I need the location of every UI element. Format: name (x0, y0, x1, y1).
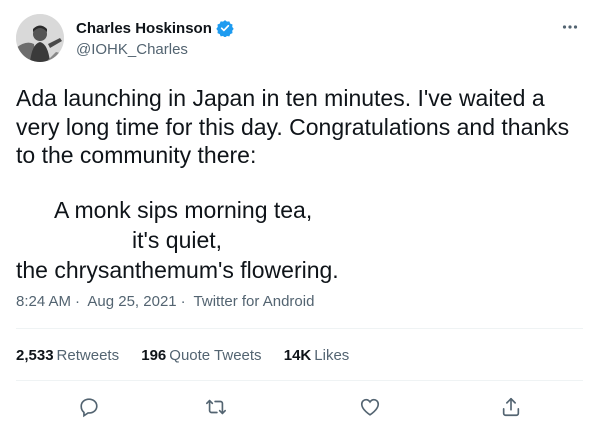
likes-label: Likes (314, 347, 350, 364)
poem-line-1: A monk sips morning tea, (54, 197, 313, 223)
poem-line-2: it's quiet, (132, 227, 223, 253)
tweet-time[interactable]: 8:24 AM (16, 293, 71, 310)
poem-line-3: the chrysanthemum's flowering. (16, 257, 339, 283)
retweets-count: 2,533 (16, 347, 54, 364)
tweet-source[interactable]: Twitter for Android (194, 293, 315, 310)
likes-count: 14K (283, 347, 312, 364)
verified-badge-icon (216, 20, 234, 37)
more-dots-icon[interactable] (559, 16, 581, 38)
quotes-stat[interactable]: 196 Quote Tweets (141, 347, 261, 364)
quotes-label: Quote Tweets (169, 347, 262, 364)
divider (16, 328, 583, 329)
author-names: Charles Hoskinson @IOHK_Charles (76, 18, 234, 58)
reply-icon[interactable] (77, 395, 101, 419)
display-name-row: Charles Hoskinson (76, 18, 234, 38)
tweet-header: Charles Hoskinson @IOHK_Charles (16, 14, 583, 62)
tweet-date[interactable]: Aug 25, 2021 (87, 293, 176, 310)
retweet-icon[interactable] (204, 395, 228, 419)
share-icon[interactable] (499, 395, 523, 419)
tweet-text: Ada launching in Japan in ten minutes. I… (16, 85, 570, 168)
divider (16, 380, 583, 381)
display-name[interactable]: Charles Hoskinson (76, 20, 212, 37)
retweets-stat[interactable]: 2,533 Retweets (16, 347, 119, 364)
heart-icon[interactable] (358, 395, 382, 419)
avatar[interactable] (16, 14, 64, 62)
separator: · (180, 293, 186, 310)
handle[interactable]: @IOHK_Charles (76, 41, 234, 58)
quotes-count: 196 (141, 347, 167, 364)
likes-stat[interactable]: 14K Likes (284, 347, 350, 364)
retweets-label: Retweets (56, 347, 120, 364)
tweet-meta: 8:24 AM · Aug 25, 2021 · Twitter for Andro… (16, 293, 318, 310)
tweet-poem: A monk sips morning tea, it's quiet, the… (16, 195, 376, 285)
action-bar (0, 390, 599, 424)
separator: · (75, 293, 81, 310)
tweet-stats: 2,533 Retweets 196 Quote Tweets 14K Likes (16, 347, 367, 364)
